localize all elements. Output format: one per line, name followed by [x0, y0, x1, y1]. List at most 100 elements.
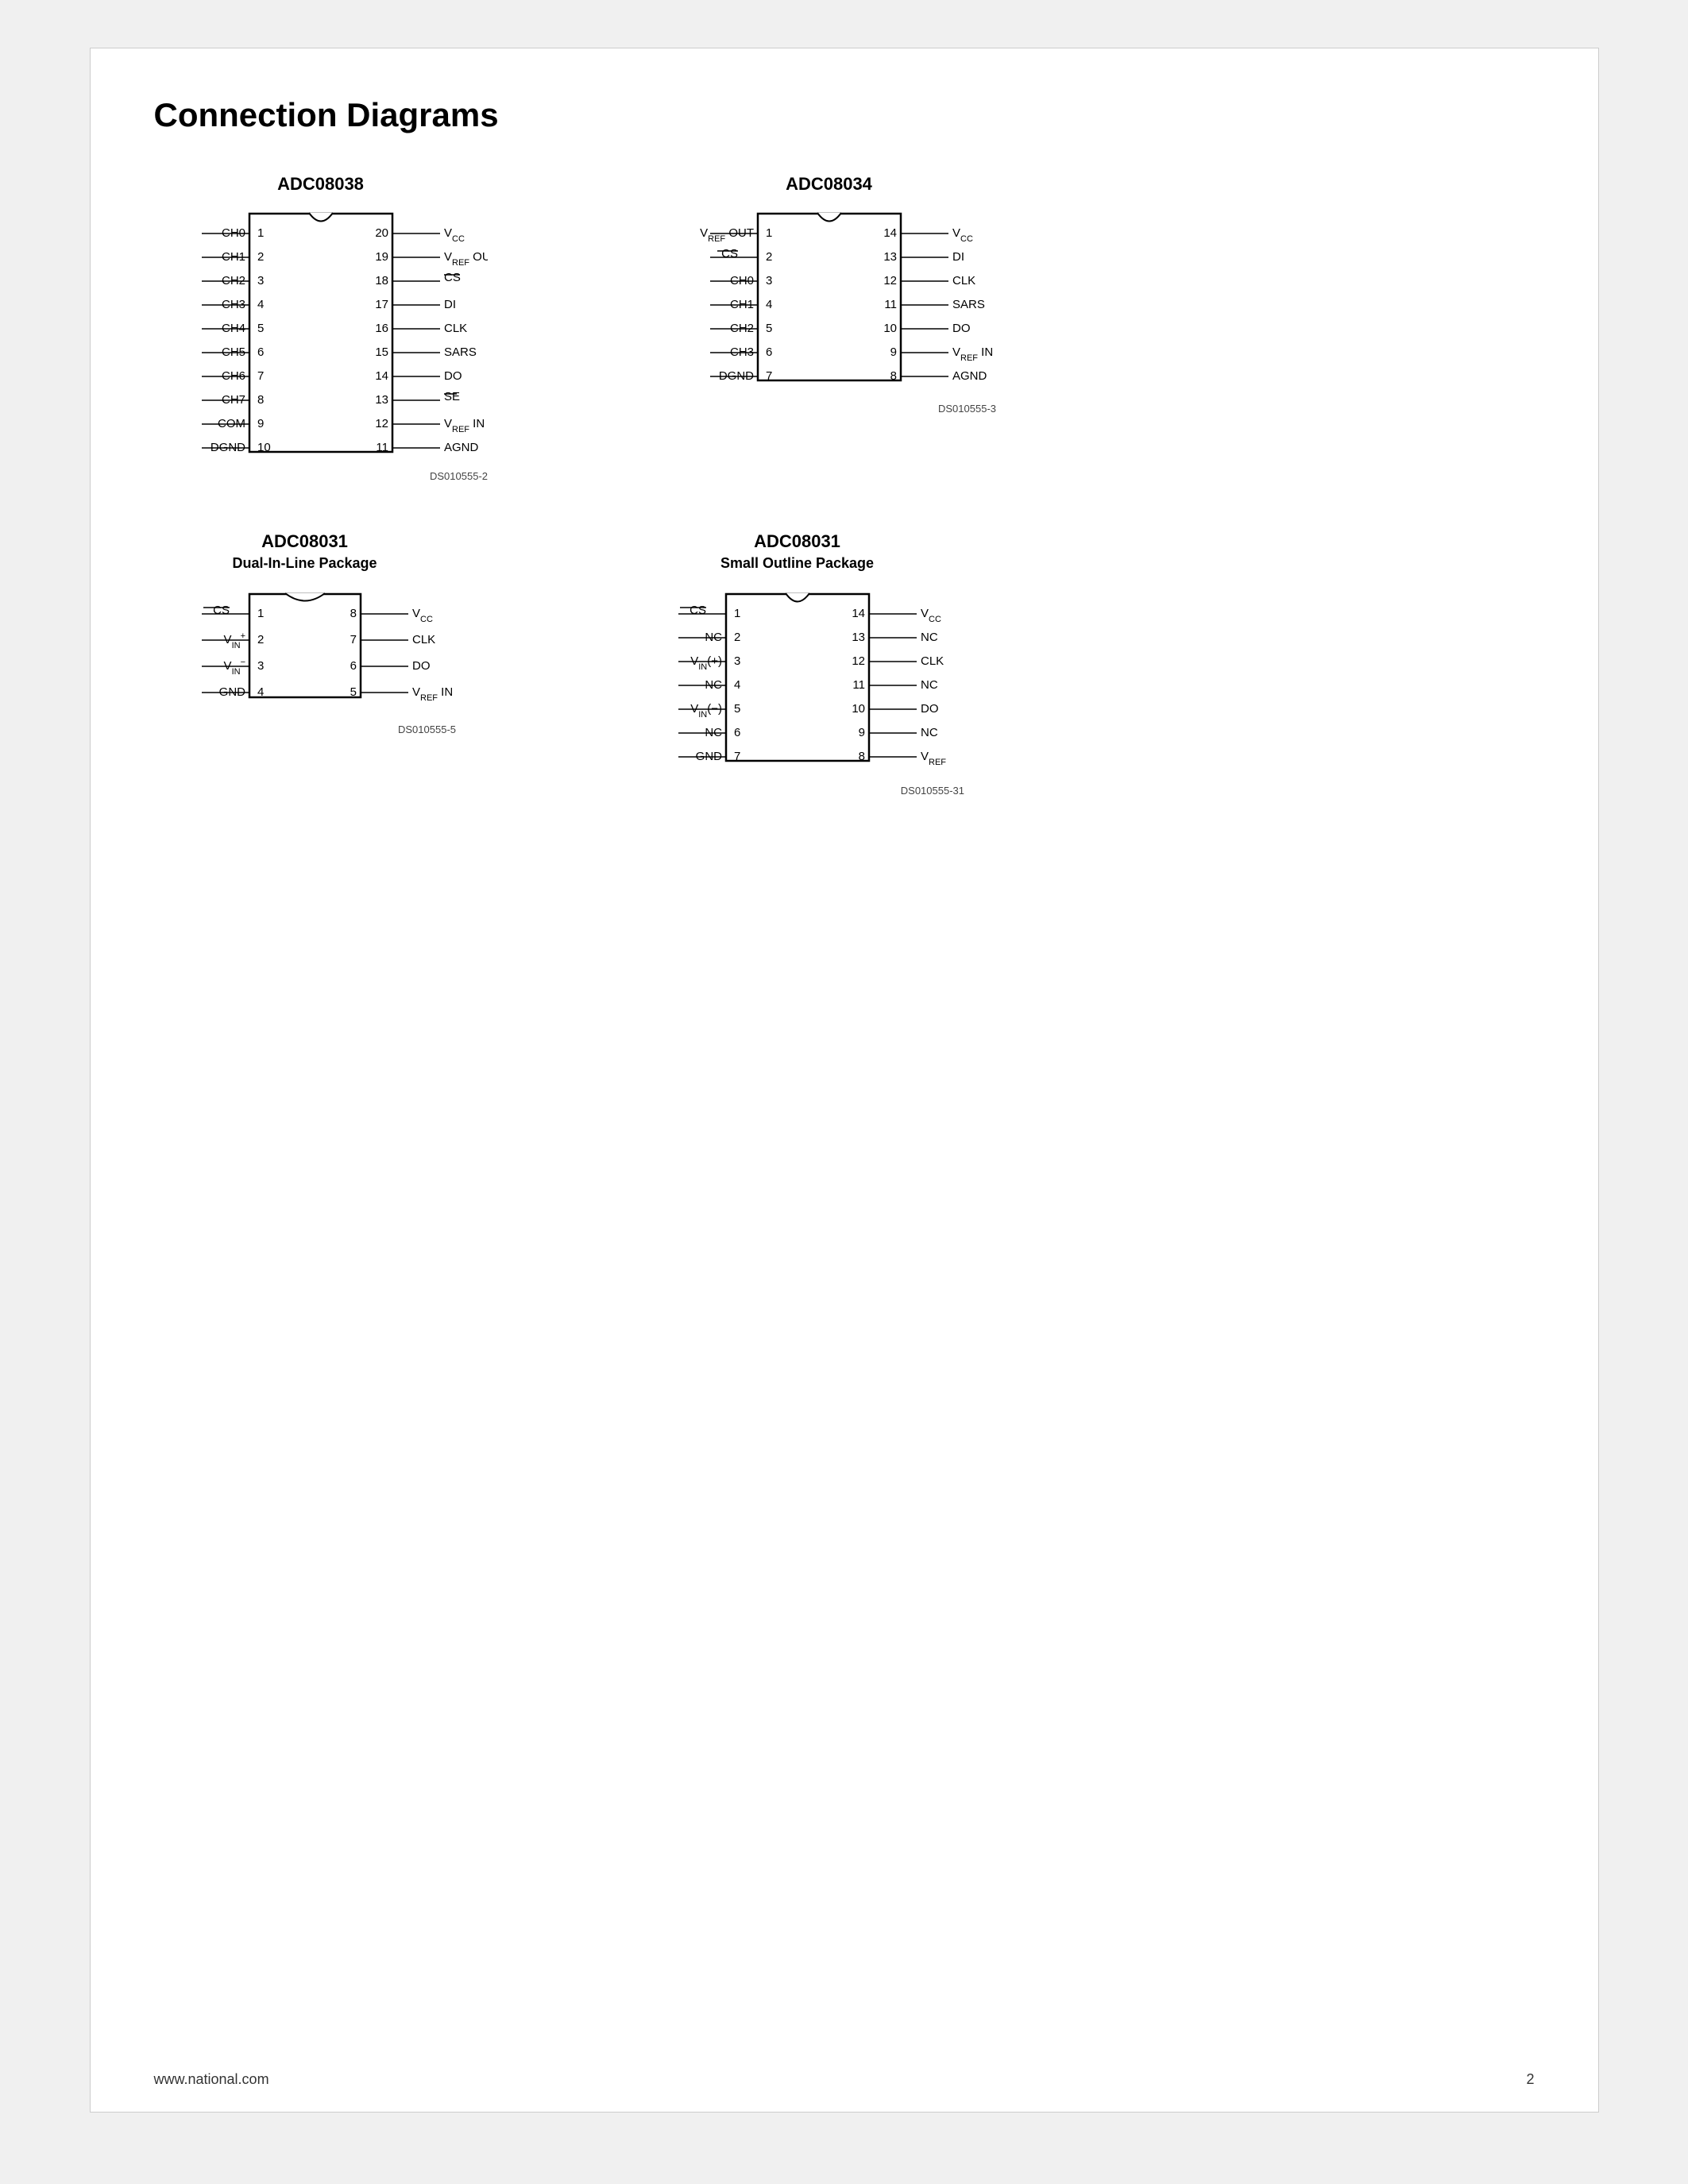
svg-text:VREF: VREF: [921, 750, 946, 767]
svg-text:12: 12: [852, 654, 865, 668]
svg-text:16: 16: [375, 322, 388, 335]
footer-url: www.national.com: [154, 2071, 269, 2088]
svg-text:CH4: CH4: [221, 322, 245, 335]
svg-text:4: 4: [257, 298, 264, 311]
svg-text:13: 13: [375, 393, 388, 407]
svg-text:NC: NC: [921, 726, 938, 739]
svg-text:9: 9: [257, 417, 264, 430]
svg-text:GND: GND: [695, 750, 722, 763]
page: Connection Diagrams ADC08038 CH0 1: [90, 48, 1599, 2113]
svg-text:6: 6: [734, 726, 740, 739]
svg-text:VCC: VCC: [412, 607, 433, 624]
svg-text:VREF OUT: VREF OUT: [444, 250, 488, 268]
svg-text:5: 5: [257, 322, 264, 335]
svg-text:3: 3: [257, 659, 264, 673]
adc08031-dil-block: ADC08031 Dual-In-Line Package CS 1 VIN+: [154, 531, 456, 737]
svg-text:VIN−: VIN−: [223, 658, 245, 677]
svg-text:17: 17: [375, 298, 388, 311]
svg-text:18: 18: [375, 274, 388, 287]
svg-text:GND: GND: [218, 685, 245, 699]
svg-text:COM: COM: [218, 417, 245, 430]
svg-text:7: 7: [350, 633, 356, 646]
svg-text:13: 13: [852, 631, 865, 644]
svg-text:VIN+: VIN+: [223, 631, 245, 650]
svg-text:CS: CS: [689, 604, 706, 617]
footer-page: 2: [1526, 2071, 1534, 2088]
svg-text:1: 1: [734, 607, 740, 620]
svg-text:7: 7: [766, 369, 772, 383]
svg-text:DO: DO: [952, 322, 971, 335]
svg-text:20: 20: [375, 226, 388, 240]
svg-text:9: 9: [858, 726, 864, 739]
svg-text:14: 14: [883, 226, 897, 240]
svg-text:CH1: CH1: [221, 250, 245, 264]
svg-text:14: 14: [852, 607, 865, 620]
svg-text:4: 4: [766, 298, 772, 311]
svg-text:5: 5: [350, 685, 356, 699]
svg-text:CS: CS: [213, 604, 230, 617]
svg-text:CS: CS: [721, 247, 738, 260]
svg-text:5: 5: [766, 322, 772, 335]
svg-text:CLK: CLK: [952, 274, 975, 287]
svg-text:CH6: CH6: [221, 369, 245, 383]
svg-text:VCC: VCC: [952, 226, 973, 244]
svg-text:13: 13: [883, 250, 897, 264]
svg-text:12: 12: [375, 417, 388, 430]
svg-text:SARS: SARS: [952, 298, 985, 311]
svg-text:15: 15: [375, 345, 388, 359]
adc08031-so-svg: CS 1 NC 2 VIN(+) 3 NC 4: [631, 578, 964, 801]
adc08034-block: ADC08034 VREF OUT 1 CS 2: [662, 174, 996, 420]
svg-text:CS: CS: [444, 271, 461, 284]
svg-text:3: 3: [734, 654, 740, 668]
svg-text:VIN(−): VIN(−): [690, 702, 722, 720]
svg-text:10: 10: [883, 322, 897, 335]
svg-text:CH0: CH0: [221, 226, 245, 240]
svg-text:NC: NC: [921, 678, 938, 692]
svg-text:19: 19: [375, 250, 388, 264]
svg-text:8: 8: [858, 750, 864, 763]
svg-text:AGND: AGND: [952, 369, 987, 383]
svg-text:VREF IN: VREF IN: [444, 417, 485, 434]
svg-text:12: 12: [883, 274, 897, 287]
svg-text:8: 8: [257, 393, 264, 407]
svg-text:7: 7: [257, 369, 264, 383]
svg-text:5: 5: [734, 702, 740, 716]
svg-text:VCC: VCC: [444, 226, 465, 244]
page-title: Connection Diagrams: [154, 96, 1535, 134]
svg-text:NC: NC: [705, 678, 722, 692]
adc08031-dil-title: ADC08031: [261, 531, 348, 552]
adc08031-dil-subtitle: Dual-In-Line Package: [232, 555, 377, 572]
adc08034-svg: VREF OUT 1 CS 2 CH0 3 CH1 4: [662, 198, 996, 420]
svg-text:DI: DI: [444, 298, 456, 311]
svg-text:CH5: CH5: [221, 345, 245, 359]
adc08031-so-title: ADC08031: [754, 531, 840, 552]
svg-text:CLK: CLK: [444, 322, 467, 335]
svg-text:2: 2: [257, 250, 264, 264]
adc08038-title: ADC08038: [277, 174, 364, 195]
svg-text:1: 1: [257, 607, 264, 620]
svg-text:CLK: CLK: [412, 633, 435, 646]
svg-text:6: 6: [766, 345, 772, 359]
svg-text:2: 2: [766, 250, 772, 264]
svg-text:3: 3: [766, 274, 772, 287]
svg-text:CH0: CH0: [729, 274, 753, 287]
svg-text:DI: DI: [952, 250, 964, 264]
svg-text:VREF OUT: VREF OUT: [700, 226, 754, 244]
svg-text:2: 2: [257, 633, 264, 646]
svg-text:DGND: DGND: [718, 369, 753, 383]
svg-text:DO: DO: [412, 659, 431, 673]
svg-text:VREF IN: VREF IN: [412, 685, 453, 703]
adc08034-title: ADC08034: [786, 174, 872, 195]
diagram-row-2: ADC08031 Dual-In-Line Package CS 1 VIN+: [154, 531, 1535, 801]
diagram-row-1: ADC08038 CH0 1 CH1 2: [154, 174, 1535, 484]
adc08038-svg: CH0 1 CH1 2 CH2 3 CH3 4: [154, 198, 488, 484]
svg-text:VIN(+): VIN(+): [690, 654, 722, 672]
svg-text:2: 2: [734, 631, 740, 644]
svg-text:10: 10: [257, 441, 271, 454]
svg-text:NC: NC: [705, 726, 722, 739]
svg-text:DS010555-2: DS010555-2: [430, 470, 488, 482]
svg-text:6: 6: [350, 659, 356, 673]
svg-text:CLK: CLK: [921, 654, 944, 668]
svg-text:AGND: AGND: [444, 441, 479, 454]
svg-text:9: 9: [890, 345, 896, 359]
